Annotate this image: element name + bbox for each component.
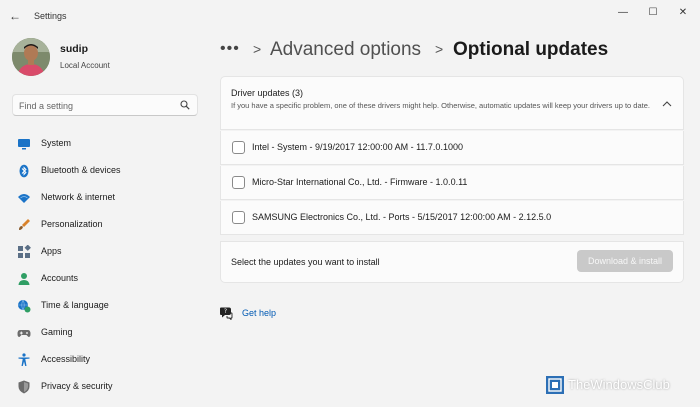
user-name: sudip	[60, 43, 88, 55]
maximize-button[interactable]: ☐	[644, 6, 662, 20]
sidebar-item-label: Bluetooth & devices	[41, 165, 121, 175]
sidebar-item-gaming[interactable]: Gaming	[12, 322, 202, 344]
sidebar-item-label: Network & internet	[41, 192, 116, 202]
thewindowsclub-logo-icon	[546, 376, 564, 394]
driver-label: Micro-Star International Co., Ltd. - Fir…	[252, 177, 468, 187]
chevron-up-icon[interactable]	[661, 99, 673, 109]
globe-clock-icon	[18, 299, 31, 313]
apps-icon	[18, 245, 31, 258]
avatar[interactable]	[12, 38, 50, 76]
account-type: Local Account	[60, 61, 110, 70]
person-icon	[18, 273, 30, 285]
driver-checkbox[interactable]	[232, 176, 245, 189]
get-help-link[interactable]: Get help	[242, 308, 276, 318]
sidebar-item-system[interactable]: System	[12, 133, 202, 155]
breadcrumb-advanced-options[interactable]: Advanced options	[270, 39, 421, 61]
search-box[interactable]	[12, 94, 198, 116]
help-icon[interactable]: ?	[219, 306, 233, 320]
shield-icon	[18, 380, 30, 394]
install-action-bar: Select the updates you want to install D…	[220, 241, 684, 283]
accessibility-icon	[18, 353, 30, 366]
close-button[interactable]: ✕	[674, 6, 692, 20]
watermark-text: TheWindowsClub	[568, 377, 670, 392]
minimize-button[interactable]: —	[614, 6, 632, 20]
install-prompt: Select the updates you want to install	[231, 257, 380, 267]
driver-label: Intel - System - 9/19/2017 12:00:00 AM -…	[252, 142, 463, 152]
monitor-icon	[18, 139, 30, 150]
sidebar-item-label: Accessibility	[41, 354, 91, 364]
search-icon[interactable]	[180, 100, 190, 110]
bluetooth-icon	[19, 164, 29, 178]
sidebar-item-accessibility[interactable]: Accessibility	[12, 349, 202, 371]
svg-text:?: ?	[224, 308, 227, 315]
sidebar-item-apps[interactable]: Apps	[12, 241, 202, 263]
sidebar-item-label: System	[41, 138, 72, 148]
sidebar-item-personalization[interactable]: Personalization	[12, 214, 202, 236]
sidebar-item-label: Personalization	[41, 219, 103, 229]
driver-row[interactable]: Intel - System - 9/19/2017 12:00:00 AM -…	[220, 131, 684, 165]
sidebar-item-accounts[interactable]: Accounts	[12, 268, 202, 290]
back-arrow-icon[interactable]: ←	[8, 9, 22, 23]
driver-updates-title: Driver updates (3)	[231, 88, 304, 98]
driver-checkbox[interactable]	[232, 141, 245, 154]
driver-row[interactable]: SAMSUNG Electronics Co., Ltd. - Ports - …	[220, 201, 684, 235]
sidebar: sudip Local Account System Bluetooth & d…	[0, 30, 210, 407]
sidebar-item-privacy-security[interactable]: Privacy & security	[12, 376, 202, 398]
sidebar-item-network-internet[interactable]: Network & internet	[12, 187, 202, 209]
breadcrumb-overflow-button[interactable]: •••	[220, 40, 240, 58]
driver-label: SAMSUNG Electronics Co., Ltd. - Ports - …	[252, 212, 552, 222]
app-title: Settings	[34, 11, 67, 21]
sidebar-item-label: Time & language	[41, 300, 109, 310]
sidebar-item-time-language[interactable]: Time & language	[12, 295, 202, 317]
title-bar: ← Settings — ☐ ✕	[0, 0, 700, 30]
sidebar-item-label: Apps	[41, 246, 62, 256]
chevron-right-icon: >	[253, 41, 262, 57]
download-install-button[interactable]: Download & install	[577, 250, 673, 272]
gamepad-icon	[17, 330, 31, 337]
brush-icon	[19, 219, 30, 230]
sidebar-item-label: Privacy & security	[41, 381, 113, 391]
driver-row[interactable]: Micro-Star International Co., Ltd. - Fir…	[220, 166, 684, 200]
page-title: Optional updates	[453, 39, 609, 60]
sidebar-item-label: Gaming	[41, 327, 73, 337]
driver-updates-header[interactable]: Driver updates (3) If you have a specifi…	[220, 76, 684, 130]
driver-checkbox[interactable]	[232, 211, 245, 224]
sidebar-item-bluetooth-devices[interactable]: Bluetooth & devices	[12, 160, 202, 182]
driver-updates-description: If you have a specific problem, one of t…	[231, 101, 650, 110]
wifi-icon	[18, 194, 30, 203]
chevron-right-icon: >	[435, 41, 444, 57]
search-input[interactable]	[19, 98, 169, 113]
sidebar-item-label: Accounts	[41, 273, 79, 283]
